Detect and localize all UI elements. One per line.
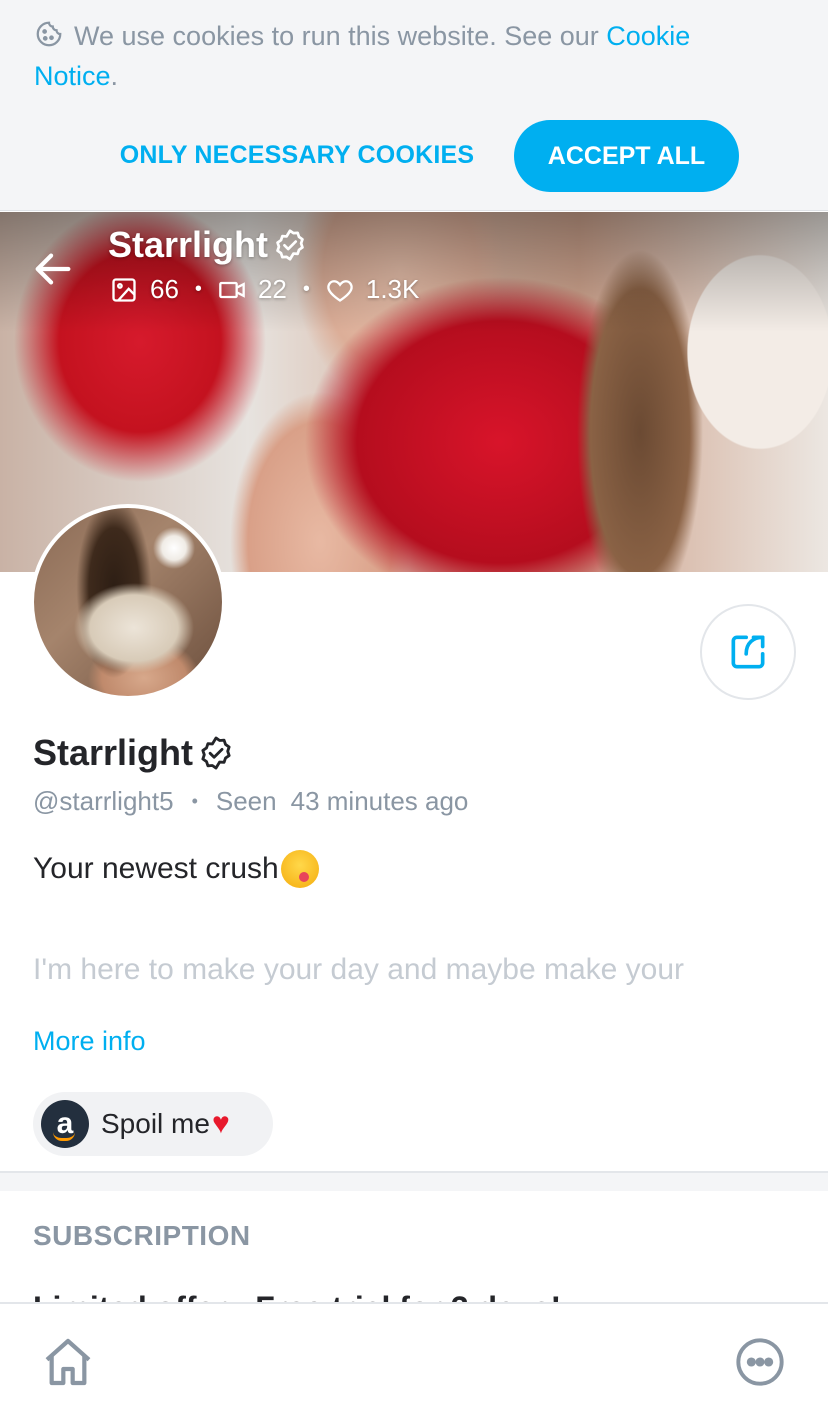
header-name-text: Starrlight xyxy=(108,224,269,265)
photos-count: 66 xyxy=(150,274,179,304)
more-horizontal-icon[interactable] xyxy=(734,1336,786,1388)
spoil-me-label: Spoil me xyxy=(101,1108,210,1139)
only-necessary-cookies-button[interactable]: ONLY NECESSARY COOKIES xyxy=(112,122,482,188)
home-icon[interactable] xyxy=(40,1334,96,1390)
header-name: Starrlight xyxy=(108,224,308,266)
verified-badge-icon xyxy=(276,229,304,261)
cookie-text-suffix: . xyxy=(110,61,119,91)
amazon-icon: a xyxy=(41,1100,89,1148)
cookie-text: We use cookies to run this website. See … xyxy=(74,21,607,51)
likes-count: 1.3K xyxy=(365,274,420,304)
more-info-link[interactable]: More info xyxy=(33,1026,146,1057)
cookie-banner: We use cookies to run this website. See … xyxy=(0,0,828,211)
videos-count: 22 xyxy=(257,274,287,304)
red-heart-icon: ♥ xyxy=(211,1107,230,1140)
accept-all-button[interactable]: ACCEPT ALL xyxy=(514,120,739,192)
profile-name: Starrlight xyxy=(33,732,235,774)
profile-name-text: Starrlight xyxy=(33,732,194,773)
seen-time: 43 minutes ago xyxy=(290,786,469,816)
arrow-left-icon[interactable] xyxy=(30,246,76,292)
verified-badge-icon xyxy=(201,736,231,770)
seen-label: Seen xyxy=(215,786,277,816)
profile-handle: @starrlight5 xyxy=(33,786,174,816)
bio-line: Your newest crush xyxy=(33,850,319,888)
heart-icon xyxy=(327,279,353,302)
bio-text: Your newest crush xyxy=(33,852,279,885)
avatar[interactable] xyxy=(30,504,226,700)
image-icon xyxy=(112,277,136,302)
meta-separator: • xyxy=(191,791,198,811)
section-divider xyxy=(0,1171,828,1191)
yum-emoji-icon xyxy=(280,850,319,888)
share-icon xyxy=(731,635,765,669)
stats-separator: • xyxy=(194,278,202,300)
subscription-title: SUBSCRIPTION xyxy=(33,1220,251,1251)
bottom-nav xyxy=(0,1302,828,1415)
cookie-message: We use cookies to run this website. See … xyxy=(34,16,774,96)
spoil-me-link[interactable]: a Spoil me ♥ xyxy=(33,1092,273,1156)
video-icon xyxy=(219,281,245,298)
header-stats: 66 • 22 • 1.3K xyxy=(110,274,419,305)
bio-fade-overlay xyxy=(0,990,828,1020)
share-button[interactable] xyxy=(700,604,796,700)
profile-meta: @starrlight5 • Seen 43 minutes ago xyxy=(33,786,468,817)
stats-separator: • xyxy=(302,278,310,300)
cookie-icon xyxy=(36,21,62,47)
